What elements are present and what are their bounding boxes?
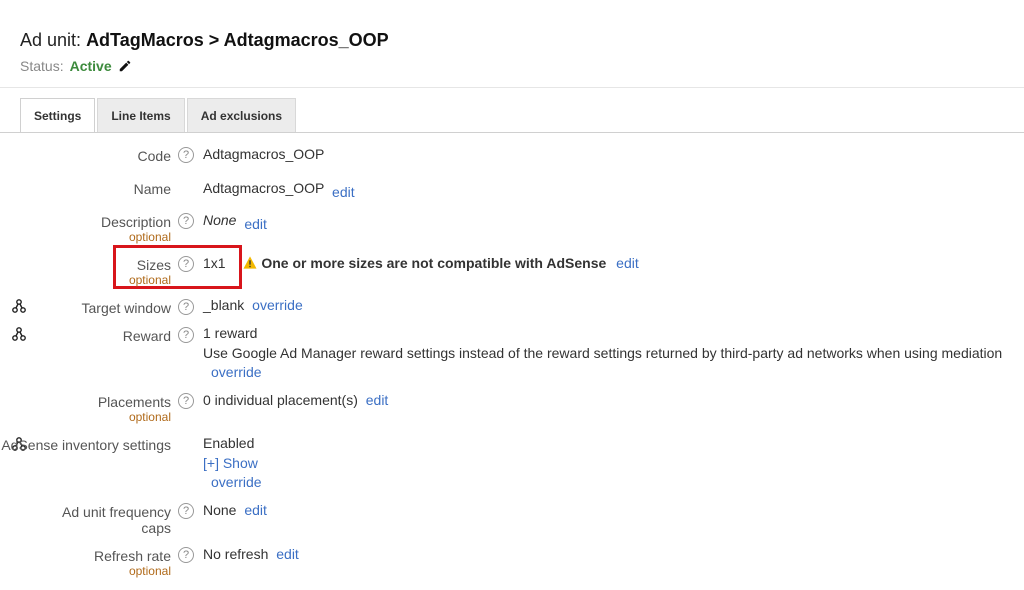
reward-label: Reward bbox=[122, 328, 171, 344]
title-prefix: Ad unit: bbox=[20, 30, 82, 50]
optional-tag: optional bbox=[128, 410, 171, 424]
inheritance-icon bbox=[12, 327, 26, 341]
optional-tag: optional bbox=[128, 230, 171, 244]
description-label: Description optional bbox=[101, 214, 171, 244]
refresh-edit-link[interactable]: edit bbox=[276, 546, 299, 562]
help-icon[interactable]: ? bbox=[178, 327, 194, 343]
target-window-label: Target window bbox=[81, 300, 172, 316]
reward-description: Use Google Ad Manager reward settings in… bbox=[203, 345, 1003, 361]
placements-value: 0 individual placement(s) bbox=[203, 392, 358, 408]
refresh-value: No refresh bbox=[203, 546, 269, 562]
description-edit-link[interactable]: edit bbox=[244, 216, 267, 232]
placements-label-text: Placements bbox=[97, 394, 171, 410]
frequency-edit-link[interactable]: edit bbox=[244, 502, 267, 518]
placements-value-group: 0 individual placement(s) edit bbox=[203, 392, 388, 408]
tab-line-items[interactable]: Line Items bbox=[97, 98, 185, 132]
help-icon[interactable]: ? bbox=[178, 147, 194, 163]
target-window-override-link[interactable]: override bbox=[252, 297, 303, 313]
sizes-label: Sizes optional bbox=[129, 257, 171, 287]
status-value: Active bbox=[69, 58, 112, 74]
adsense-override-link[interactable]: override bbox=[211, 474, 262, 490]
name-value: Adtagmacros_OOP bbox=[203, 180, 325, 196]
help-icon[interactable]: ? bbox=[178, 547, 194, 563]
warning-icon bbox=[243, 256, 257, 269]
frequency-value-group: None edit bbox=[203, 502, 267, 518]
description-value: None bbox=[203, 212, 237, 228]
refresh-label-text: Refresh rate bbox=[93, 548, 171, 564]
target-window-value: _blank bbox=[203, 297, 245, 313]
frequency-value: None bbox=[203, 502, 237, 518]
optional-tag: optional bbox=[128, 564, 171, 578]
placements-label: Placements optional bbox=[98, 394, 171, 424]
inheritance-icon bbox=[12, 299, 26, 313]
code-label: Code bbox=[137, 148, 171, 164]
status-label: Status: bbox=[20, 58, 64, 74]
target-window-value-group: _blank override bbox=[203, 297, 303, 313]
adsense-value: Enabled bbox=[203, 435, 255, 451]
page-title: Ad unit: AdTagMacros > Adtagmacros_OOP bbox=[20, 30, 389, 51]
reward-value: 1 reward bbox=[203, 325, 258, 341]
sizes-edit-link[interactable]: edit bbox=[616, 255, 639, 271]
status-line: Status: Active bbox=[20, 58, 132, 74]
help-icon[interactable]: ? bbox=[178, 299, 194, 315]
sizes-value: 1x1 bbox=[203, 255, 226, 271]
name-value-group: Adtagmacros_OOP edit bbox=[203, 180, 355, 200]
description-value-group: None edit bbox=[203, 212, 267, 232]
code-value: Adtagmacros_OOP bbox=[203, 146, 325, 162]
ad-unit-path: AdTagMacros > Adtagmacros_OOP bbox=[86, 30, 389, 50]
help-icon[interactable]: ? bbox=[178, 503, 194, 519]
tab-bar: Settings Line Items Ad exclusions bbox=[20, 98, 297, 133]
name-edit-link[interactable]: edit bbox=[332, 184, 355, 200]
frequency-label: Ad unit frequency caps bbox=[62, 504, 171, 536]
optional-tag: optional bbox=[128, 273, 171, 287]
name-label: Name bbox=[133, 181, 171, 197]
tabs-divider bbox=[0, 132, 1024, 133]
sizes-warning: One or more sizes are not compatible wit… bbox=[261, 255, 607, 271]
frequency-label-line2: caps bbox=[141, 520, 171, 536]
pencil-icon[interactable] bbox=[118, 59, 132, 73]
placements-edit-link[interactable]: edit bbox=[366, 392, 389, 408]
header-divider bbox=[0, 87, 1024, 88]
refresh-value-group: No refresh edit bbox=[203, 546, 299, 562]
sizes-label-text: Sizes bbox=[136, 257, 171, 273]
description-label-text: Description bbox=[100, 214, 171, 230]
tab-settings[interactable]: Settings bbox=[20, 98, 96, 133]
help-icon[interactable]: ? bbox=[178, 393, 194, 409]
help-icon[interactable]: ? bbox=[178, 213, 194, 229]
refresh-label: Refresh rate optional bbox=[94, 548, 171, 578]
adsense-label: AdSense inventory settings bbox=[1, 437, 171, 453]
help-icon[interactable]: ? bbox=[178, 256, 194, 272]
reward-override-link[interactable]: override bbox=[211, 364, 262, 380]
sizes-value-group: 1x1 One or more sizes are not compatible… bbox=[203, 255, 639, 271]
frequency-label-line1: Ad unit frequency bbox=[62, 504, 171, 520]
tab-ad-exclusions[interactable]: Ad exclusions bbox=[186, 98, 297, 132]
adsense-show-link[interactable]: [+] Show bbox=[203, 455, 258, 471]
